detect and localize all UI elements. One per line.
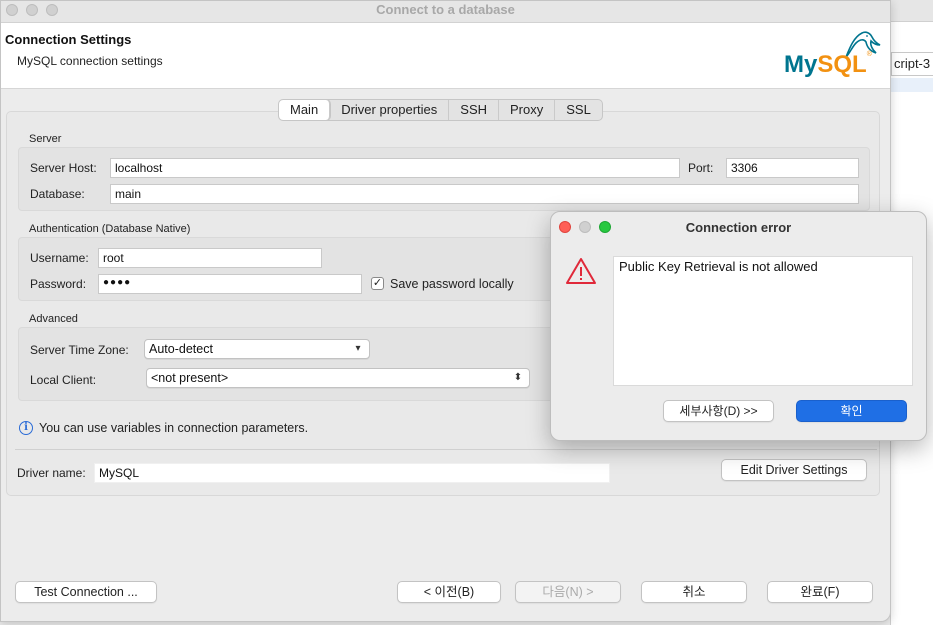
logo-my: My <box>784 51 818 78</box>
tab-ssh[interactable]: SSH <box>449 100 500 120</box>
info-icon: i <box>19 421 33 435</box>
background-app-tab[interactable]: cript-3 <box>891 52 933 76</box>
details-button[interactable]: 세부사항(D) >> <box>663 400 774 422</box>
tab-main[interactable]: Main <box>279 100 331 120</box>
logo-trademark: ® <box>866 51 872 58</box>
background-app-titlebar <box>891 0 933 22</box>
chevron-down-icon: ▾ <box>355 343 361 354</box>
header-subtitle: MySQL connection settings <box>17 54 163 68</box>
cancel-button[interactable]: 취소 <box>641 581 747 603</box>
dialog-titlebar: Connection error <box>551 212 926 242</box>
advanced-group-label: Advanced <box>29 313 78 325</box>
timezone-label: Server Time Zone: <box>30 343 129 357</box>
tab-proxy[interactable]: Proxy <box>499 100 556 120</box>
timezone-select[interactable]: Auto-detect ▾ <box>144 339 370 359</box>
header-title: Connection Settings <box>5 32 132 47</box>
timezone-value: Auto-detect <box>149 342 213 356</box>
save-password-label: Save password locally <box>390 277 514 291</box>
username-label: Username: <box>30 251 89 265</box>
error-message-text: Public Key Retrieval is not allowed <box>619 259 818 274</box>
window-title: Connect to a database <box>376 2 515 17</box>
logo-sql: SQL <box>817 51 867 78</box>
chevron-updown-icon: ⬍ <box>513 372 523 383</box>
mysql-logo: MySQL® <box>784 27 884 85</box>
warning-icon <box>566 258 596 284</box>
server-host-input[interactable]: localhost <box>110 158 680 178</box>
connection-error-dialog: Connection error Public Key Retrieval is… <box>550 211 927 441</box>
background-app-selected-row <box>891 78 933 92</box>
driver-name-label: Driver name: <box>17 466 86 480</box>
tab-ssl[interactable]: SSL <box>555 100 602 120</box>
mysql-wordmark: MySQL® <box>784 51 872 79</box>
save-password-checkbox[interactable]: ✓ <box>371 277 384 290</box>
password-label: Password: <box>30 277 87 291</box>
server-group-label: Server <box>29 133 62 145</box>
driver-divider <box>15 449 877 450</box>
ok-button[interactable]: 확인 <box>796 400 907 422</box>
back-button[interactable]: < 이전(B) <box>397 581 501 603</box>
error-message-box: Public Key Retrieval is not allowed <box>613 256 913 386</box>
port-label: Port: <box>688 161 714 175</box>
next-button[interactable]: 다음(N) > <box>515 581 621 603</box>
database-label: Database: <box>30 187 85 201</box>
dialog-title: Connection error <box>685 220 792 235</box>
variables-info-text: You can use variables in connection para… <box>39 421 309 435</box>
local-client-select[interactable]: <not present> ⬍ <box>146 368 530 388</box>
port-input[interactable]: 3306 <box>726 158 859 178</box>
connection-tabs: Main Driver properties SSH Proxy SSL <box>278 99 603 121</box>
local-client-value: <not present> <box>151 371 229 385</box>
local-client-label: Local Client: <box>30 373 97 387</box>
edit-driver-settings-button[interactable]: Edit Driver Settings <box>721 459 867 481</box>
test-connection-button[interactable]: Test Connection ... <box>15 581 157 603</box>
window-titlebar: Connect to a database <box>1 1 890 23</box>
settings-header: Connection Settings MySQL connection set… <box>1 23 890 89</box>
tab-driver-properties[interactable]: Driver properties <box>330 100 450 120</box>
password-input[interactable]: ●●●● <box>98 274 362 294</box>
server-host-label: Server Host: <box>30 161 97 175</box>
database-input[interactable]: main <box>110 184 859 204</box>
driver-name-field: MySQL <box>94 463 610 483</box>
username-input[interactable]: root <box>98 248 322 268</box>
finish-button[interactable]: 완료(F) <box>767 581 873 603</box>
auth-group-label: Authentication (Database Native) <box>29 223 191 235</box>
